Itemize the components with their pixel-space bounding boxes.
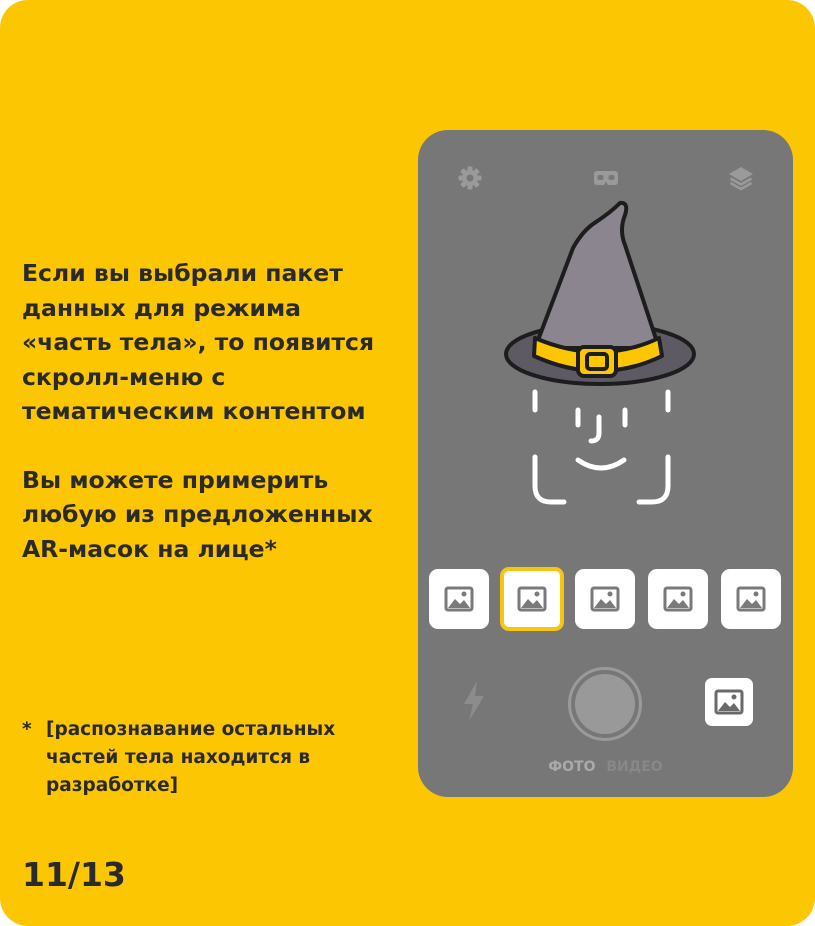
ar-mask-preview (504, 200, 696, 505)
text-line: Если вы выбрали пакет (22, 259, 343, 287)
text-line: скролл-меню с (22, 362, 226, 391)
image-icon (663, 586, 693, 612)
mask-thumbnail[interactable] (575, 569, 635, 629)
image-icon (517, 586, 547, 612)
mask-thumbnail[interactable] (721, 569, 781, 629)
mask-thumbnail[interactable] (648, 569, 708, 629)
text-line: «часть тела», то появится (22, 328, 375, 356)
mask-scroll-menu[interactable] (418, 567, 793, 631)
footnote: * [распознавание остальных частей тела н… (22, 716, 382, 800)
footnote-line: частей тела находится в (46, 747, 311, 768)
shutter-button[interactable] (568, 667, 642, 741)
image-icon (444, 586, 474, 612)
mode-photo-tab[interactable]: ФОТО (548, 759, 595, 775)
footnote-star: * (22, 719, 32, 740)
main-description: Если вы выбрали пакет данных для режима … (22, 256, 402, 566)
gallery-button[interactable] (705, 678, 753, 726)
image-icon (736, 586, 766, 612)
capture-mode-switch: ФОТО ВИДЕО (418, 759, 793, 775)
footnote-line: разработке] (46, 775, 179, 796)
text-line: Вы можете примерить (22, 465, 329, 494)
mask-thumbnail[interactable] (429, 569, 489, 629)
image-icon (714, 689, 744, 715)
text-line: любую из предложенных (22, 500, 373, 528)
witch-hat-icon (504, 200, 696, 386)
mask-thumbnail-selected[interactable] (500, 567, 564, 631)
text-line: данных для режима (22, 293, 302, 322)
face-frame-icon (532, 389, 671, 505)
mode-video-tab[interactable]: ВИДЕО (606, 759, 662, 775)
shutter-inner (575, 674, 635, 734)
text-line: тематическим контентом (22, 397, 366, 425)
page-number: 11/13 (22, 855, 126, 894)
footnote-line: [распознавание остальных (46, 719, 336, 740)
flash-icon[interactable] (460, 679, 488, 723)
image-icon (590, 586, 620, 612)
text-line: AR-масок на лице* (22, 534, 277, 563)
slide-card: Если вы выбрали пакет данных для режима … (0, 0, 815, 926)
phone-camera-screen: ФОТО ВИДЕО (418, 130, 793, 797)
